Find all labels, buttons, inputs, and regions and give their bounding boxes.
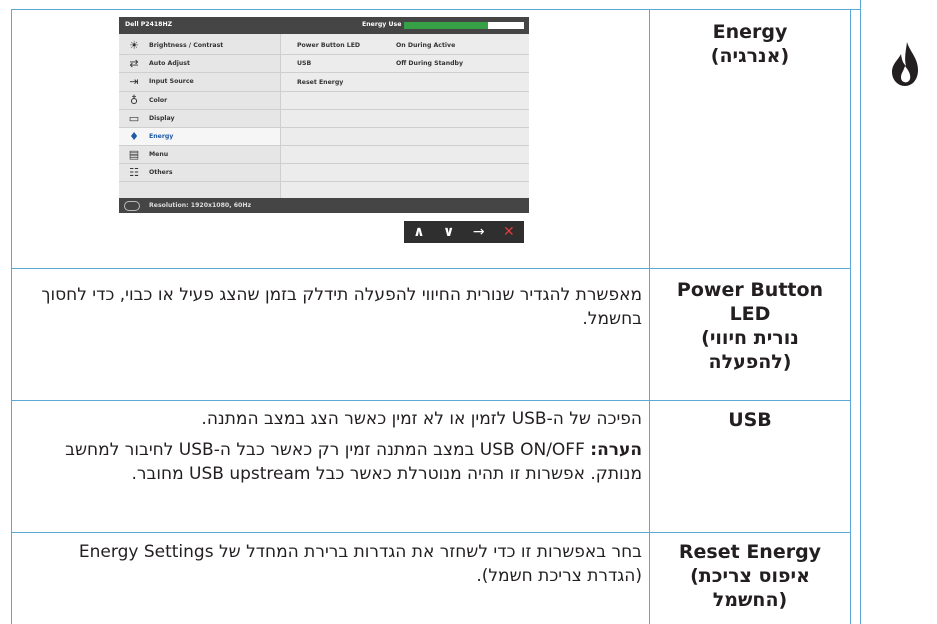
usb-description-line: הפיכה של ה-USB לזמין או לא זמין כאשר הצג…	[201, 409, 642, 429]
osd-menu-item-display[interactable]: ▭ Display	[119, 109, 280, 127]
up-button[interactable]: ∧	[413, 224, 424, 240]
osd-setting-usb[interactable]: USB	[297, 60, 311, 67]
osd-menu-item-energy[interactable]: ♦ Energy	[119, 127, 280, 145]
energy-side-icon	[892, 42, 918, 86]
osd-setting-power-led-value: On During Active	[396, 42, 456, 49]
osd-setting-usb-value: Off During Standby	[396, 60, 464, 67]
usb-description: הפיכה של ה-USB לזמין או לא זמין כאשר הצג…	[20, 407, 642, 486]
row-title-usb: USB	[728, 409, 772, 431]
osd-menu-item-auto-adjust[interactable]: ⇄ Auto Adjust	[119, 54, 280, 72]
color-icon: ♁	[129, 93, 139, 107]
row-title-reset-energy: Reset Energy (איפוס צריכת החשמל)	[678, 541, 822, 611]
osd-menu-item-color[interactable]: ♁ Color	[119, 91, 280, 109]
usb-note: הערה: USB ON/OFF במצב המתנה זמין רק כאשר…	[20, 438, 642, 486]
osd-menu: Dell P2418HZ Energy Use ☀ Brightness / C…	[119, 17, 529, 213]
row-title-energy: Energy (אנרגיה)	[710, 21, 790, 67]
enter-button[interactable]: →	[473, 224, 485, 240]
osd-header: Dell P2418HZ Energy Use	[119, 17, 529, 34]
osd-energy-use-label: Energy Use	[362, 21, 402, 28]
input-source-icon: ⇥	[129, 74, 139, 88]
osd-menu-item-menu[interactable]: ▤ Menu	[119, 145, 280, 163]
note-text: USB ON/OFF במצב המתנה זמין רק כאשר כבל ה…	[65, 440, 642, 484]
osd-footer: Resolution: 1920x1080, 60Hz	[119, 198, 529, 213]
menu-icon: ▤	[128, 147, 140, 161]
reset-energy-description: בחר באפשרות זו כדי לשחזר את הגדרות ברירת…	[78, 542, 642, 586]
osd-menu-item-others[interactable]: ☷ Others	[119, 163, 280, 181]
osd-info-icon	[124, 201, 140, 211]
osd-button-bar: ∧ ∨ → ✕	[404, 221, 524, 243]
others-icon: ☷	[129, 165, 139, 179]
row-title-power-led: Power Button LED (נורית חיווי להפעלה)	[676, 279, 824, 373]
energy-use-bar	[404, 22, 524, 29]
osd-setting-power-led[interactable]: Power Button LED	[297, 42, 360, 49]
auto-adjust-icon: ⇄	[129, 56, 139, 70]
down-button[interactable]: ∨	[443, 224, 454, 240]
note-label: הערה:	[590, 440, 642, 460]
exit-button[interactable]: ✕	[503, 224, 515, 240]
osd-model: Dell P2418HZ	[125, 21, 173, 28]
brightness-icon: ☀	[129, 38, 139, 52]
osd-resolution: Resolution: 1920x1080, 60Hz	[149, 202, 252, 209]
display-icon: ▭	[128, 111, 140, 125]
energy-use-fill	[404, 22, 488, 29]
osd-main-menu: ☀ Brightness / Contrast ⇄ Auto Adjust ⇥ …	[119, 34, 280, 197]
osd-menu-item-input-source[interactable]: ⇥ Input Source	[119, 72, 280, 90]
power-led-description: מאפשרת להגדיר שנורית החיווי להפעלה תידלק…	[41, 285, 642, 329]
osd-menu-item-brightness[interactable]: ☀ Brightness / Contrast	[119, 36, 280, 54]
osd-setting-reset-energy[interactable]: Reset Energy	[297, 79, 343, 86]
energy-icon: ♦	[129, 129, 139, 143]
